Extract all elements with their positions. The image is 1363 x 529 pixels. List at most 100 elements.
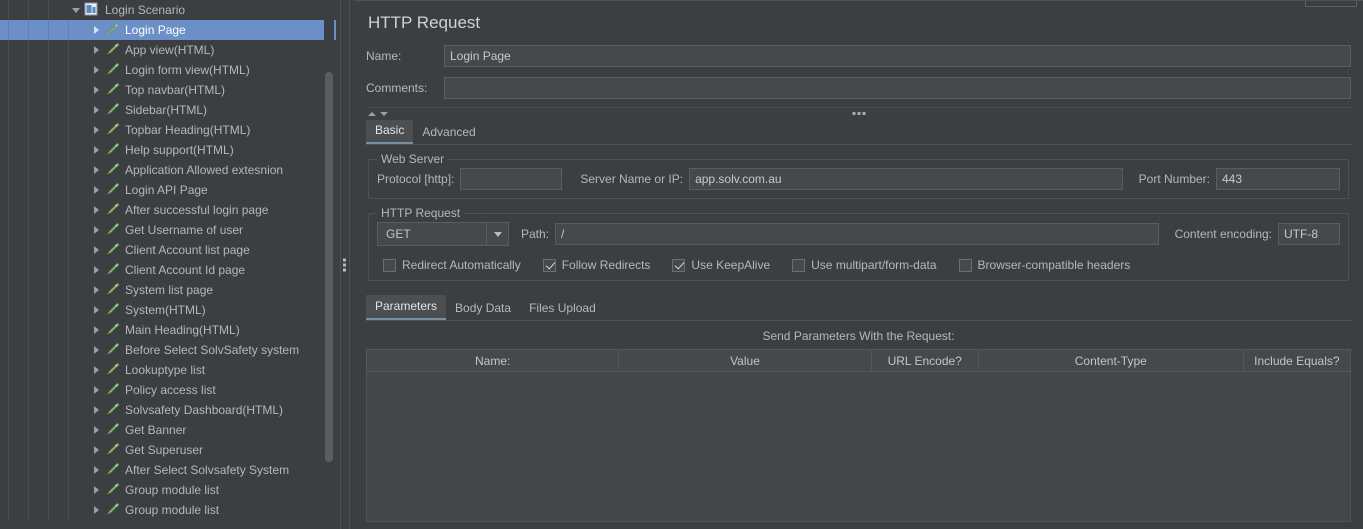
tree-node-5[interactable]: Sidebar(HTML) xyxy=(0,100,336,120)
main-tabstrip[interactable]: Basic Advanced xyxy=(366,120,1351,145)
tree-node-11[interactable]: Get Username of user xyxy=(0,220,336,240)
expand-arrow-right-icon[interactable] xyxy=(88,120,104,140)
test-plan-tree-panel[interactable]: Login Scenario Login Page App view(HTML) Lo… xyxy=(0,0,336,529)
tree-node-19[interactable]: Policy access list xyxy=(0,380,336,400)
expand-arrow-right-icon[interactable] xyxy=(88,80,104,100)
path-input[interactable] xyxy=(555,223,1159,245)
panel-splitter[interactable] xyxy=(336,0,354,529)
expand-arrow-right-icon[interactable] xyxy=(88,20,104,40)
tree-indent-guide xyxy=(8,200,9,220)
expand-arrow-right-icon[interactable] xyxy=(88,400,104,420)
expand-arrow-right-icon[interactable] xyxy=(88,220,104,240)
splitter-grip-icon[interactable] xyxy=(343,258,346,271)
caret-down-icon[interactable] xyxy=(380,111,388,116)
checkbox-option-4[interactable]: Browser-compatible headers xyxy=(958,258,1130,272)
http-options-checkboxes[interactable]: Redirect Automatically Follow Redirects Us… xyxy=(377,258,1340,272)
port-number-input[interactable] xyxy=(1216,168,1340,190)
expand-arrow-right-icon[interactable] xyxy=(88,480,104,500)
comments-input[interactable] xyxy=(444,77,1351,99)
expand-arrow-right-icon[interactable] xyxy=(88,60,104,80)
checkbox-unchecked-icon[interactable] xyxy=(792,258,806,272)
expand-arrow-right-icon[interactable] xyxy=(88,320,104,340)
parameters-column-header-4[interactable]: Include Equals? xyxy=(1242,349,1352,372)
checkbox-option-0[interactable]: Redirect Automatically xyxy=(383,258,521,272)
tab-basic[interactable]: Basic xyxy=(366,120,414,144)
parameters-column-header-1[interactable]: Value xyxy=(618,349,872,372)
collapse-carets[interactable] xyxy=(368,111,388,116)
expand-arrow-right-icon[interactable] xyxy=(88,40,104,60)
expand-arrow-right-icon[interactable] xyxy=(88,500,104,520)
expand-arrow-right-icon[interactable] xyxy=(88,140,104,160)
tree-node-16[interactable]: Main Heading(HTML) xyxy=(0,320,336,340)
toolbar-button-stub[interactable] xyxy=(1305,1,1357,7)
tree-node-23[interactable]: After Select Solvsafety System xyxy=(0,460,336,480)
expand-arrow-right-icon[interactable] xyxy=(88,440,104,460)
subtab-parameters[interactable]: Parameters xyxy=(366,295,447,320)
expand-arrow-right-icon[interactable] xyxy=(88,300,104,320)
expand-arrow-right-icon[interactable] xyxy=(88,100,104,120)
request-data-tabstrip[interactable]: Parameters Body Data Files Upload xyxy=(366,295,1351,321)
tree-node-1[interactable]: Login Page xyxy=(0,20,336,40)
checkbox-option-1[interactable]: Follow Redirects xyxy=(542,258,650,272)
method-combobox[interactable]: GET xyxy=(377,222,509,246)
expand-arrow-right-icon[interactable] xyxy=(88,420,104,440)
chevron-down-icon[interactable] xyxy=(486,223,508,245)
caret-up-icon[interactable] xyxy=(368,111,376,116)
expand-arrow-right-icon[interactable] xyxy=(88,180,104,200)
tree-node-13[interactable]: Client Account Id page xyxy=(0,260,336,280)
expand-arrow-right-icon[interactable] xyxy=(88,280,104,300)
expand-arrow-right-icon[interactable] xyxy=(88,360,104,380)
tree-node-10[interactable]: After successful login page xyxy=(0,200,336,220)
tree-node-3[interactable]: Login form view(HTML) xyxy=(0,60,336,80)
server-name-input[interactable] xyxy=(689,168,1123,190)
subtab-body-data[interactable]: Body Data xyxy=(446,297,520,320)
tree-node-20[interactable]: Solvsafety Dashboard(HTML) xyxy=(0,400,336,420)
tree-scrollbar-thumb[interactable] xyxy=(325,72,333,462)
collapse-toolbar[interactable] xyxy=(366,107,1351,119)
parameters-table-body[interactable] xyxy=(366,372,1351,522)
tree-node-6[interactable]: Topbar Heading(HTML) xyxy=(0,120,336,140)
tree-node-15[interactable]: System(HTML) xyxy=(0,300,336,320)
expand-arrow-right-icon[interactable] xyxy=(88,340,104,360)
protocol-input[interactable] xyxy=(460,168,563,190)
checkbox-unchecked-icon[interactable] xyxy=(383,258,396,272)
parameters-column-header-2[interactable]: URL Encode? xyxy=(870,349,979,372)
expand-arrow-right-icon[interactable] xyxy=(88,160,104,180)
tree-node-22[interactable]: Get Superuser xyxy=(0,440,336,460)
parameters-table[interactable]: Name: Value URL Encode? Content-Type Include… xyxy=(365,349,1352,372)
tree-node-2[interactable]: App view(HTML) xyxy=(0,40,336,60)
name-input[interactable] xyxy=(444,45,1351,67)
expand-arrow-right-icon[interactable] xyxy=(88,460,104,480)
checkbox-unchecked-icon[interactable] xyxy=(958,258,972,272)
expand-arrow-right-icon[interactable] xyxy=(88,260,104,280)
tree-node-8[interactable]: Application Allowed extesnion xyxy=(0,160,336,180)
checkbox-option-3[interactable]: Use multipart/form-data xyxy=(792,258,937,272)
http-sampler-icon xyxy=(104,400,122,420)
tab-advanced[interactable]: Advanced xyxy=(413,122,484,144)
expand-arrow-right-icon[interactable] xyxy=(88,380,104,400)
test-plan-tree[interactable]: Login Scenario Login Page App view(HTML) Lo… xyxy=(0,0,336,520)
expand-arrow-down-icon[interactable] xyxy=(68,0,84,20)
tree-node-18[interactable]: Lookuptype list xyxy=(0,360,336,380)
parameters-column-header-3[interactable]: Content-Type xyxy=(977,349,1244,372)
tree-node-9[interactable]: Login API Page xyxy=(0,180,336,200)
tree-node-24[interactable]: Group module list xyxy=(0,480,336,500)
tree-node-21[interactable]: Get Banner xyxy=(0,420,336,440)
tree-vertical-scrollbar[interactable] xyxy=(324,0,334,529)
tree-node-14[interactable]: System list page xyxy=(0,280,336,300)
expand-arrow-right-icon[interactable] xyxy=(88,200,104,220)
subtab-files-upload[interactable]: Files Upload xyxy=(520,297,605,320)
checkbox-option-2[interactable]: Use KeepAlive xyxy=(672,258,770,272)
tree-node-0[interactable]: Login Scenario xyxy=(0,0,336,20)
content-encoding-input[interactable] xyxy=(1278,223,1340,245)
parameters-column-header-0[interactable]: Name: xyxy=(365,349,620,372)
drag-grip-icon[interactable] xyxy=(852,112,865,115)
expand-arrow-right-icon[interactable] xyxy=(88,240,104,260)
checkbox-checked-icon[interactable] xyxy=(542,258,556,272)
tree-node-12[interactable]: Client Account list page xyxy=(0,240,336,260)
tree-node-7[interactable]: Help support(HTML) xyxy=(0,140,336,160)
tree-node-25[interactable]: Group module list xyxy=(0,500,336,520)
tree-node-4[interactable]: Top navbar(HTML) xyxy=(0,80,336,100)
checkbox-checked-icon[interactable] xyxy=(672,258,686,272)
tree-node-17[interactable]: Before Select SolvSafety system xyxy=(0,340,336,360)
